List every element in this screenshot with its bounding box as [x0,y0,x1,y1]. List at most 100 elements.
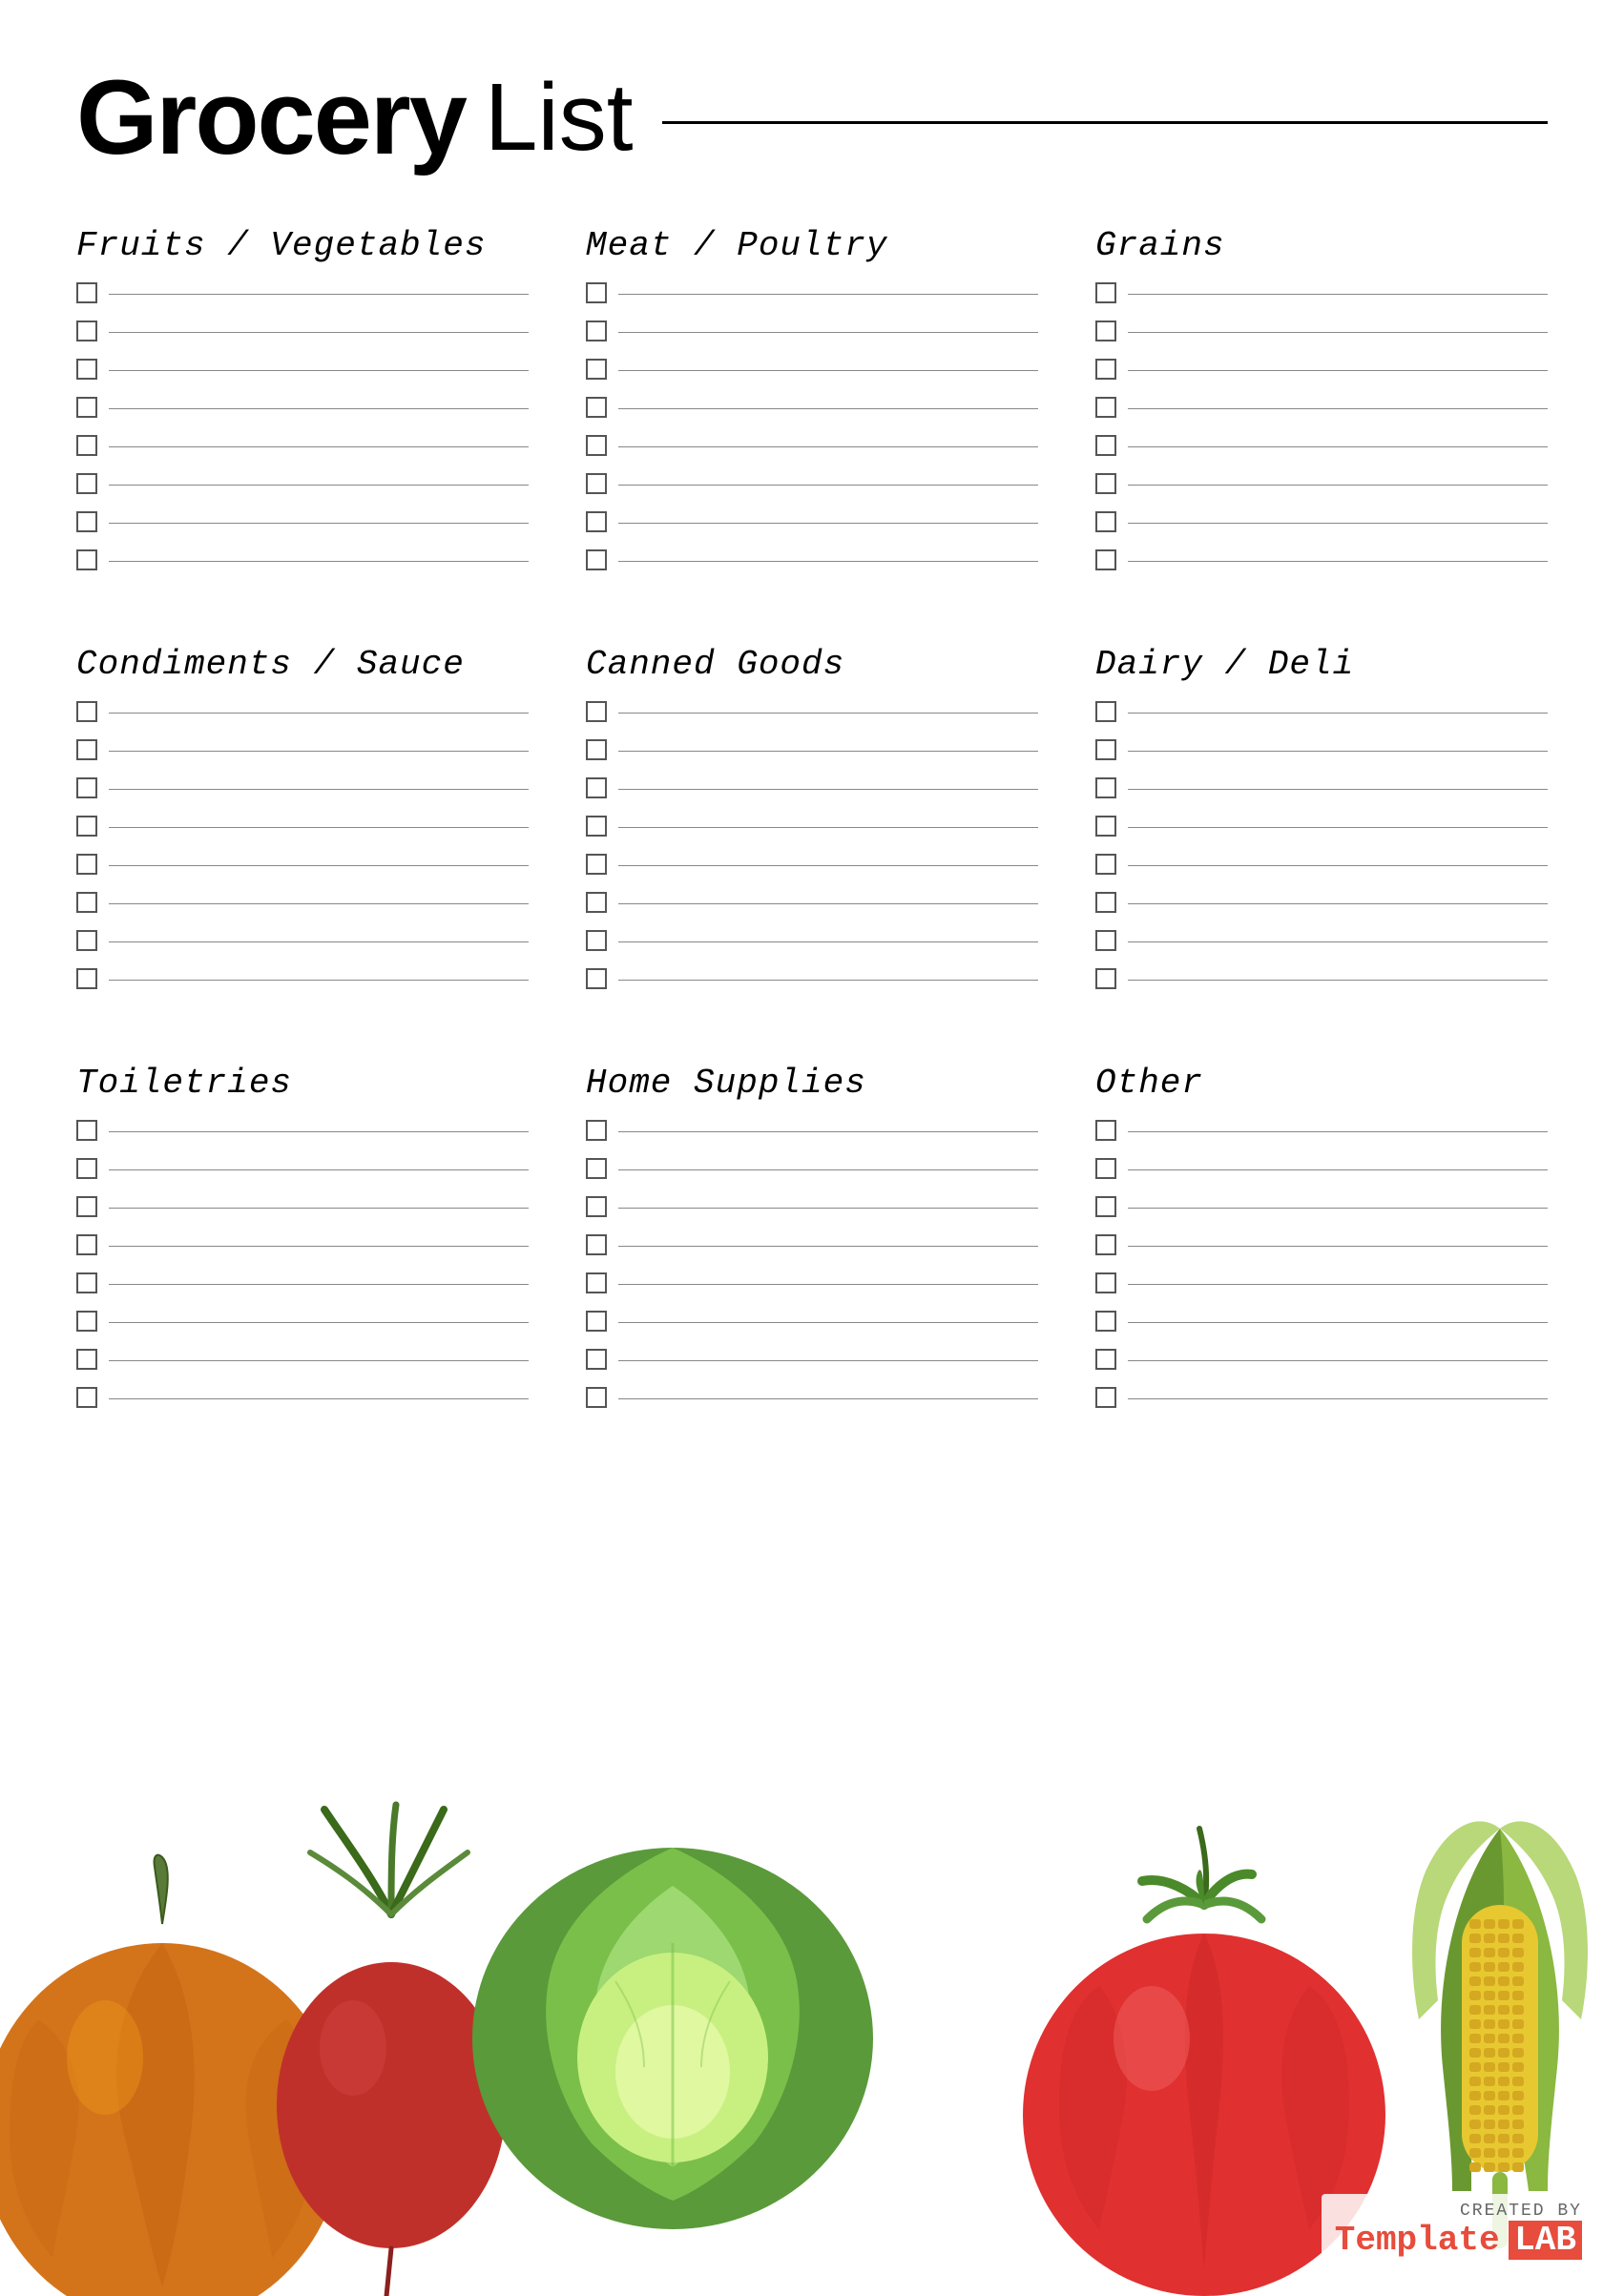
checkbox[interactable] [1095,1272,1116,1293]
checkbox[interactable] [76,549,97,570]
checkbox[interactable] [76,473,97,494]
checkbox[interactable] [586,397,607,418]
item-line [618,1169,1038,1170]
checkbox[interactable] [76,777,97,798]
checkbox[interactable] [1095,968,1116,989]
checkbox[interactable] [1095,1311,1116,1332]
checkbox[interactable] [1095,282,1116,303]
checkbox[interactable] [76,1311,97,1332]
item-line [1128,827,1548,828]
checkbox[interactable] [76,435,97,456]
checkbox[interactable] [1095,777,1116,798]
item-line [1128,1322,1548,1323]
checkbox[interactable] [586,1158,607,1179]
checkbox[interactable] [586,1311,607,1332]
checkbox[interactable] [586,777,607,798]
list-item [1095,701,1548,722]
section-title-fruits-vegetables: Fruits / Vegetables [76,226,529,265]
checkbox[interactable] [586,1234,607,1255]
checkbox[interactable] [1095,1349,1116,1370]
list-item [586,1234,1038,1255]
checkbox[interactable] [586,1120,607,1141]
checkbox[interactable] [76,359,97,380]
item-line [109,941,529,942]
checkbox[interactable] [76,1387,97,1408]
checkbox[interactable] [1095,397,1116,418]
checkbox[interactable] [586,321,607,341]
checkbox[interactable] [1095,701,1116,722]
checkbox[interactable] [1095,892,1116,913]
checkbox[interactable] [586,854,607,875]
checkbox[interactable] [586,1272,607,1293]
checkbox[interactable] [1095,739,1116,760]
checkbox[interactable] [586,282,607,303]
checkbox[interactable] [76,892,97,913]
checkbox[interactable] [1095,321,1116,341]
section-home-supplies: Home Supplies [586,1064,1038,1425]
list-item [1095,359,1548,380]
checkbox[interactable] [76,701,97,722]
checkbox[interactable] [1095,1196,1116,1217]
checkbox[interactable] [586,1387,607,1408]
item-line [618,827,1038,828]
list-item [586,1272,1038,1293]
checkbox[interactable] [1095,359,1116,380]
checkbox[interactable] [586,435,607,456]
section-meat-poultry: Meat / Poultry [586,226,1038,588]
checkbox[interactable] [76,739,97,760]
checkbox[interactable] [76,1272,97,1293]
checkbox[interactable] [586,739,607,760]
list-item [76,1272,529,1293]
checkbox[interactable] [76,816,97,837]
list-item [76,321,529,341]
item-line [109,1322,529,1323]
checkbox[interactable] [586,968,607,989]
section-title-dairy-deli: Dairy / Deli [1095,645,1548,684]
checkbox[interactable] [586,1196,607,1217]
checkbox[interactable] [76,397,97,418]
item-line [618,941,1038,942]
list-item [76,968,529,989]
checkbox[interactable] [586,930,607,951]
checkbox[interactable] [76,1234,97,1255]
checkbox[interactable] [76,930,97,951]
section-canned-goods: Canned Goods [586,645,1038,1006]
checkbox[interactable] [1095,1158,1116,1179]
checkbox[interactable] [586,1349,607,1370]
list-item [76,511,529,532]
checkbox[interactable] [76,1120,97,1141]
checkbox[interactable] [76,1196,97,1217]
title-row: Grocery List [76,57,1548,178]
checkbox[interactable] [76,1349,97,1370]
item-line [109,446,529,447]
section-title-canned-goods: Canned Goods [586,645,1038,684]
checkbox[interactable] [1095,816,1116,837]
checkbox[interactable] [586,511,607,532]
checkbox[interactable] [76,511,97,532]
checklist-home-supplies [586,1120,1038,1408]
checkbox[interactable] [1095,473,1116,494]
list-item [76,435,529,456]
list-item [76,816,529,837]
item-line [618,370,1038,371]
checkbox[interactable] [1095,854,1116,875]
checkbox[interactable] [76,968,97,989]
checkbox[interactable] [76,282,97,303]
item-line [618,1131,1038,1132]
checkbox[interactable] [1095,1120,1116,1141]
checkbox[interactable] [1095,1234,1116,1255]
checkbox[interactable] [1095,930,1116,951]
checkbox[interactable] [586,549,607,570]
checkbox[interactable] [1095,549,1116,570]
checkbox[interactable] [586,473,607,494]
checkbox[interactable] [76,321,97,341]
checkbox[interactable] [1095,1387,1116,1408]
checkbox[interactable] [1095,511,1116,532]
checkbox[interactable] [586,892,607,913]
checkbox[interactable] [76,1158,97,1179]
checkbox[interactable] [586,701,607,722]
checkbox[interactable] [586,359,607,380]
checkbox[interactable] [586,816,607,837]
checkbox[interactable] [1095,435,1116,456]
checkbox[interactable] [76,854,97,875]
